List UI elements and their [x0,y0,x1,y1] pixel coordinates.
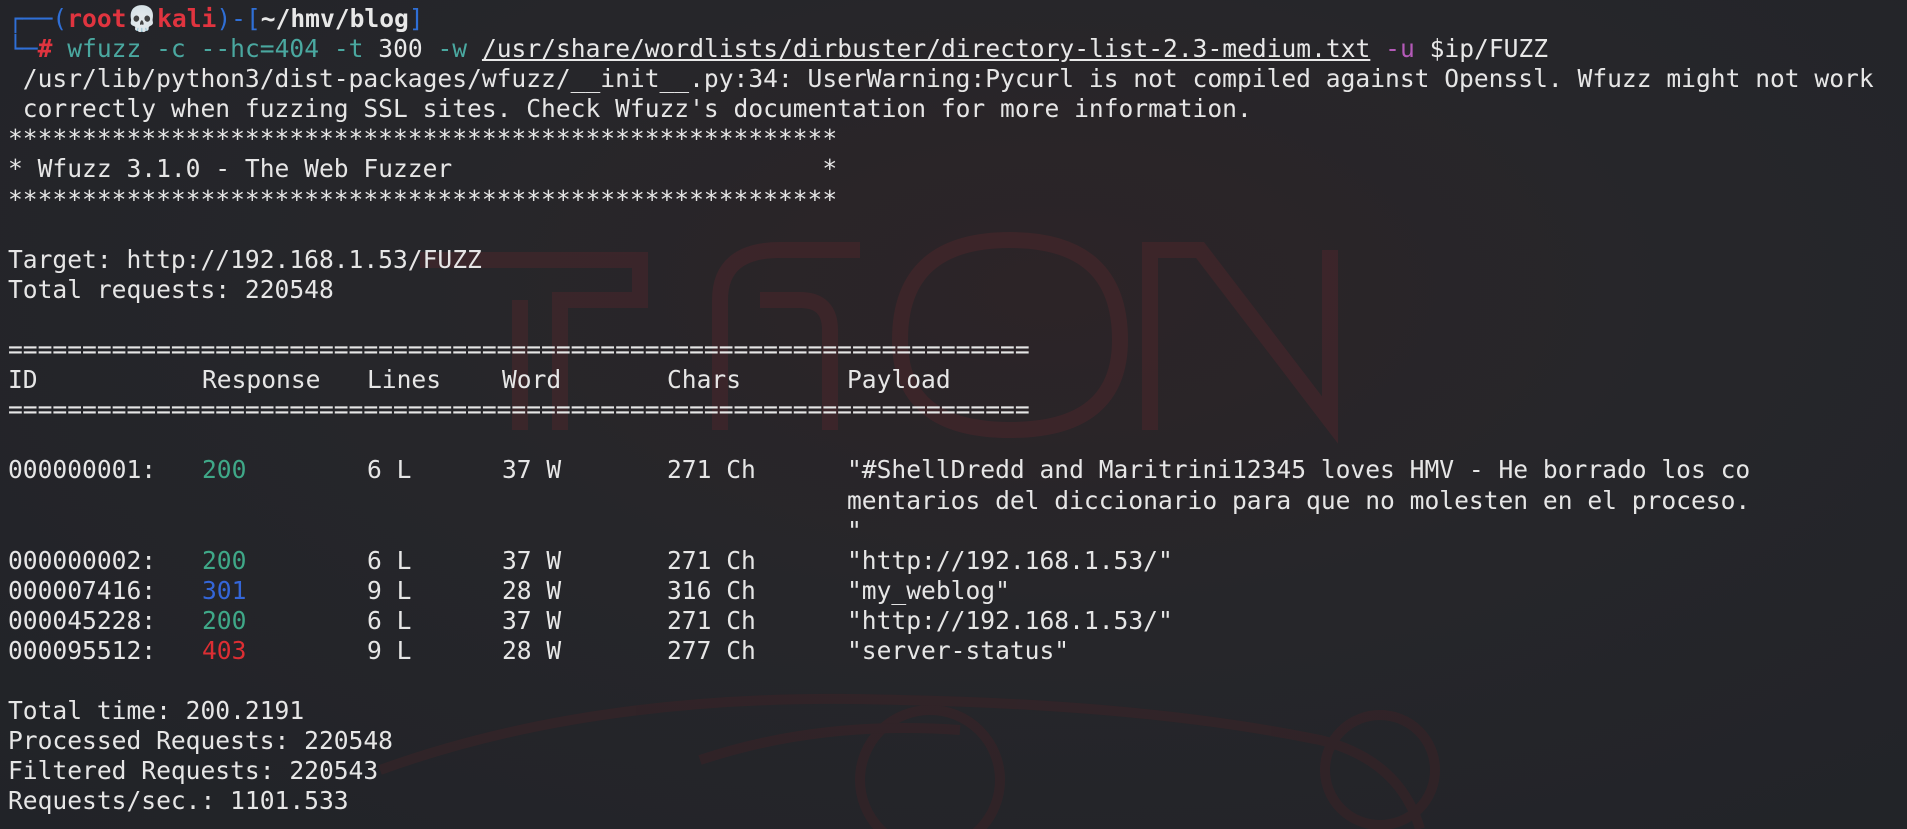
banner-border-top: ****************************************… [8,124,838,154]
prompt-line: ┌──(root💀kali)-[~/hmv/blog] [8,4,1907,34]
target-url: $ip/FUZZ [1429,34,1549,64]
row-id: 000000002: [8,545,157,575]
row-payload: "server-status" [847,635,1070,665]
row-id: 000045228: [8,605,157,635]
row-payload: "http://192.168.1.53/" [847,605,1173,635]
row-response: 301 [202,575,247,605]
row-response: 200 [202,545,247,575]
table-row-continuation: mentarios del diccionario para que no mo… [8,486,1907,516]
row-payload: "my_weblog" [847,575,1010,605]
command-program: wfuzz [67,34,142,64]
table-header: ID Response Lines Word Chars Payload [8,365,1907,395]
row-id: 000095512: [8,635,157,665]
target-info: Target: http://192.168.1.53/FUZZ [8,244,482,274]
row-response: 403 [202,635,247,665]
row-chars: 277 Ch [667,635,756,665]
header-word: Word [502,365,562,395]
skull-icon: 💀 [126,4,158,33]
wordlist-path: /usr/share/wordlists/dirbuster/directory… [481,34,1371,64]
banner-title: * Wfuzz 3.1.0 - The Web Fuzzer * [8,154,838,184]
row-chars: 271 Ch [667,545,756,575]
table-row: 000095512: 403 9 L 28 W 277 Ch "server-s… [8,636,1907,666]
header-chars: Chars [667,365,742,395]
table-row: 000007416: 301 9 L 28 W 316 Ch "my_weblo… [8,576,1907,606]
row-chars: 271 Ch [667,455,756,485]
prompt-end: ] [408,4,424,33]
summary-processed: Processed Requests: 220548 [8,726,393,756]
flag-u: -u [1385,34,1415,64]
row-payload-cont: mentarios del diccionario para que no mo… [847,485,1751,515]
threads-value: 300 [378,34,423,64]
header-id: ID [8,365,38,395]
prompt-frame-bottom: └─ [8,34,38,64]
warning-line-2: correctly when fuzzing SSL sites. Check … [8,94,1252,124]
row-word: 28 W [502,635,562,665]
banner-border-bottom: ****************************************… [8,184,838,214]
row-id: 000000001: [8,455,157,485]
row-word: 37 W [502,455,562,485]
row-payload: "http://192.168.1.53/" [847,545,1173,575]
prompt-frame-top: ┌──( [8,4,68,33]
warning-line-1: /usr/lib/python3/dist-packages/wfuzz/__i… [8,64,1874,94]
row-response: 200 [202,455,247,485]
row-response: 200 [202,605,247,635]
table-row-continuation: " [8,516,1907,546]
row-chars: 271 Ch [667,605,756,635]
summary-rate: Requests/sec.: 1101.533 [8,786,349,816]
row-payload-cont: " [847,515,862,545]
table-row: 000000001: 200 6 L 37 W 271 Ch "#ShellDr… [8,455,1907,485]
flag-t: -t [333,34,364,64]
row-word: 37 W [502,605,562,635]
row-lines: 9 L [367,575,412,605]
prompt-mid: )-[ [216,4,261,33]
row-lines: 6 L [367,455,412,485]
row-lines: 6 L [367,545,412,575]
row-lines: 6 L [367,605,412,635]
row-word: 37 W [502,545,562,575]
terminal-output: ┌──(root💀kali)-[~/hmv/blog] └─# wfuzz -c… [8,4,1907,817]
row-chars: 316 Ch [667,575,756,605]
terminal-window[interactable]: ┌──(root💀kali)-[~/hmv/blog] └─# wfuzz -c… [0,0,1907,829]
prompt-path: ~/hmv/blog [260,4,409,33]
table-row: 000000002: 200 6 L 37 W 271 Ch "http://1… [8,546,1907,576]
prompt-user: root [67,4,127,33]
flag-w: -w [437,34,468,64]
total-requests: Total requests: 220548 [8,274,334,304]
table-rule-top: ========================================… [8,335,1030,365]
table-rule-bottom: ========================================… [8,395,1030,425]
header-response: Response [202,365,321,395]
prompt-host: kali [157,4,217,33]
header-payload: Payload [847,365,951,395]
row-lines: 9 L [367,635,412,665]
row-payload: "#ShellDredd and Maritrini12345 loves HM… [847,455,1751,485]
header-lines: Lines [367,365,442,395]
flag-hc: --hc=404 [200,34,320,64]
prompt-hash: # [37,34,53,64]
table-row: 000045228: 200 6 L 37 W 271 Ch "http://1… [8,606,1907,636]
row-word: 28 W [502,575,562,605]
summary-filtered: Filtered Requests: 220543 [8,756,379,786]
flag-c: -c [156,34,186,64]
row-id: 000007416: [8,575,157,605]
command-line[interactable]: └─# wfuzz -c --hc=404 -t 300 -w /usr/sha… [8,34,1907,64]
summary-total-time: Total time: 200.2191 [8,696,305,726]
